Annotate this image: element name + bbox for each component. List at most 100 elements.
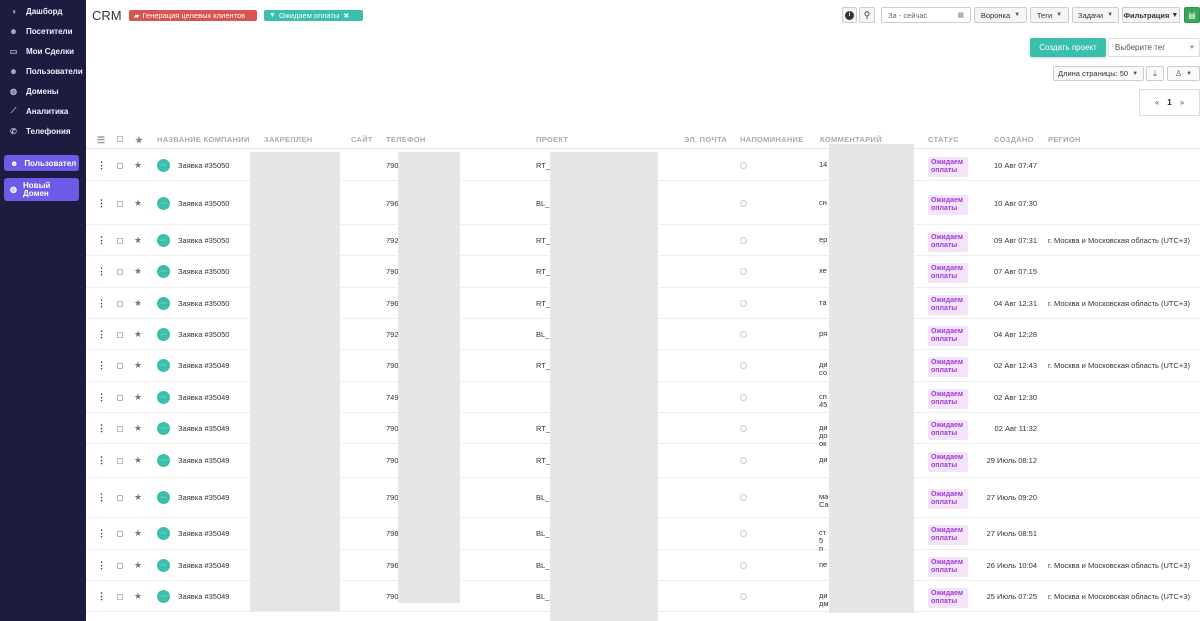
row-menu-icon[interactable]: ⋮ — [97, 198, 106, 209]
company-name[interactable]: Заявка #35049 — [178, 393, 229, 402]
row-checkbox[interactable] — [117, 495, 123, 501]
sidebar-item-0[interactable]: ◑ Дашборд — [0, 1, 86, 21]
row-menu-icon[interactable]: ⋮ — [97, 392, 106, 403]
row-menu-icon[interactable]: ⋮ — [97, 591, 106, 602]
star-icon[interactable]: ★ — [134, 160, 142, 171]
row-menu-icon[interactable]: ⋮ — [97, 455, 106, 466]
reminder-slot[interactable] — [740, 362, 747, 369]
company-name[interactable]: Заявка #35049 — [178, 456, 229, 465]
star-icon[interactable]: ★ — [134, 423, 142, 434]
reminder-slot[interactable] — [740, 161, 747, 169]
star-icon[interactable]: ★ — [134, 492, 142, 503]
column-created[interactable]: СОЗДАНО — [994, 135, 1034, 144]
columns-dropdown[interactable]: ♙ ▼ — [1167, 66, 1200, 81]
row-checkbox[interactable] — [117, 237, 123, 244]
column-region[interactable]: РЕГИОН — [1048, 135, 1081, 144]
funnel-dropdown[interactable]: Воронка ▼ — [974, 7, 1027, 23]
reminder-slot[interactable] — [740, 236, 747, 244]
row-menu-icon[interactable]: ⋮ — [97, 160, 106, 171]
star-icon[interactable]: ★ — [134, 360, 142, 371]
row-checkbox[interactable] — [117, 458, 123, 464]
row-avatar[interactable]: ··· — [157, 421, 170, 435]
page-length-dropdown[interactable]: Длина страницы: 50 ▼ — [1053, 66, 1144, 81]
star-icon[interactable]: ★ — [134, 560, 142, 571]
company-name[interactable]: Заявка #35049 — [178, 361, 229, 370]
row-avatar[interactable]: ··· — [157, 589, 170, 603]
star-icon[interactable]: ★ — [134, 455, 142, 466]
reminder-slot[interactable] — [740, 530, 747, 537]
row-avatar[interactable]: ··· — [157, 527, 170, 540]
company-name[interactable]: Заявка #35050 — [178, 299, 229, 308]
row-checkbox[interactable] — [117, 363, 123, 369]
column-site[interactable]: САЙТ — [351, 135, 373, 144]
row-checkbox[interactable] — [117, 269, 123, 275]
row-menu-icon[interactable]: ⋮ — [97, 560, 106, 571]
row-avatar[interactable]: ··· — [157, 265, 170, 278]
row-avatar[interactable]: ··· — [157, 233, 170, 247]
star-icon[interactable]: ★ — [134, 528, 142, 539]
row-menu-icon[interactable]: ⋮ — [97, 423, 106, 434]
reminder-slot[interactable] — [740, 494, 747, 501]
reminder-slot[interactable] — [740, 424, 747, 432]
sidebar-item-4[interactable]: ◍ Домены — [0, 81, 86, 101]
row-avatar[interactable]: ··· — [157, 558, 170, 572]
reminder-slot[interactable] — [740, 393, 747, 401]
star-icon[interactable]: ★ — [134, 329, 142, 340]
row-checkbox[interactable] — [117, 162, 123, 169]
reminder-slot[interactable] — [740, 268, 747, 275]
row-menu-icon[interactable]: ⋮ — [97, 360, 106, 371]
reminder-slot[interactable] — [740, 457, 747, 464]
column-company[interactable]: НАЗВАНИЕ КОМПАНИИ — [157, 135, 250, 144]
excel-export-button[interactable]: ▤ — [1184, 7, 1200, 23]
tag-select[interactable]: Выберите тег ▼ — [1108, 38, 1200, 57]
row-menu-icon[interactable]: ⋮ — [97, 235, 106, 246]
row-avatar[interactable]: ··· — [157, 454, 170, 467]
column-email[interactable]: ЭЛ. ПОЧТА — [684, 135, 727, 144]
tags-dropdown[interactable]: Теги ▼ — [1030, 7, 1069, 23]
company-name[interactable]: Заявка #35050 — [178, 330, 229, 339]
tasks-dropdown[interactable]: Задачи ▼ — [1072, 7, 1119, 23]
sidebar-user-button[interactable]: ☻ Пользовател — [4, 155, 79, 171]
pagination-page-1[interactable]: 1 — [1167, 98, 1171, 107]
row-menu-icon[interactable]: ⋮ — [97, 329, 106, 340]
row-avatar[interactable]: ··· — [157, 158, 170, 172]
row-checkbox[interactable] — [117, 425, 123, 432]
company-name[interactable]: Заявка #35049 — [178, 561, 229, 570]
reminder-slot[interactable] — [740, 299, 747, 307]
row-menu-icon[interactable]: ⋮ — [97, 528, 106, 539]
download-button[interactable]: ⤓ — [1146, 66, 1164, 81]
sidebar-item-1[interactable]: ☻ Посетители — [0, 21, 86, 41]
column-pinned[interactable]: ЗАКРЕПЛЕН — [264, 135, 312, 144]
star-icon[interactable]: ★ — [134, 235, 142, 246]
row-checkbox[interactable] — [117, 201, 123, 207]
list-icon[interactable]: ☰ — [97, 135, 105, 146]
row-checkbox[interactable] — [117, 331, 123, 338]
row-checkbox[interactable] — [117, 300, 123, 307]
column-phone[interactable]: ТЕЛЕФОН — [386, 135, 426, 144]
create-project-button[interactable]: Создать проект — [1030, 38, 1106, 57]
column-comment[interactable]: КОММЕНТАРИЙ — [820, 135, 882, 144]
row-avatar[interactable]: ··· — [157, 390, 170, 404]
row-avatar[interactable]: ··· — [157, 359, 170, 372]
filter-button[interactable]: Фильтрация ▼ — [1122, 7, 1180, 23]
company-name[interactable]: Заявка #35050 — [178, 236, 229, 245]
row-menu-icon[interactable]: ⋮ — [97, 298, 106, 309]
sidebar-item-2[interactable]: ▭ Мои Сделки — [0, 41, 86, 61]
reminder-slot[interactable] — [740, 200, 747, 207]
row-menu-icon[interactable]: ⋮ — [97, 266, 106, 277]
star-icon[interactable]: ★ — [135, 135, 143, 146]
sidebar-item-3[interactable]: ☻ Пользователи — [0, 61, 86, 81]
sidebar-item-6[interactable]: ✆ Телефония — [0, 121, 86, 141]
search-button[interactable]: ⚲ — [859, 7, 875, 23]
row-checkbox[interactable] — [117, 562, 123, 569]
star-icon[interactable]: ★ — [134, 298, 142, 309]
column-reminder[interactable]: НАПОМИНАНИЕ — [740, 135, 804, 144]
select-all-checkbox[interactable] — [117, 135, 123, 144]
company-name[interactable]: Заявка #35050 — [178, 199, 229, 208]
star-icon[interactable]: ★ — [134, 198, 142, 209]
status-chip-awaiting-payment[interactable]: ▼ Ожидаем оплаты ✖ — [264, 10, 363, 21]
row-menu-icon[interactable]: ⋮ — [97, 492, 106, 503]
company-name[interactable]: Заявка #35049 — [178, 592, 229, 601]
company-name[interactable]: Заявка #35050 — [178, 161, 229, 170]
company-name[interactable]: Заявка #35049 — [178, 493, 229, 502]
